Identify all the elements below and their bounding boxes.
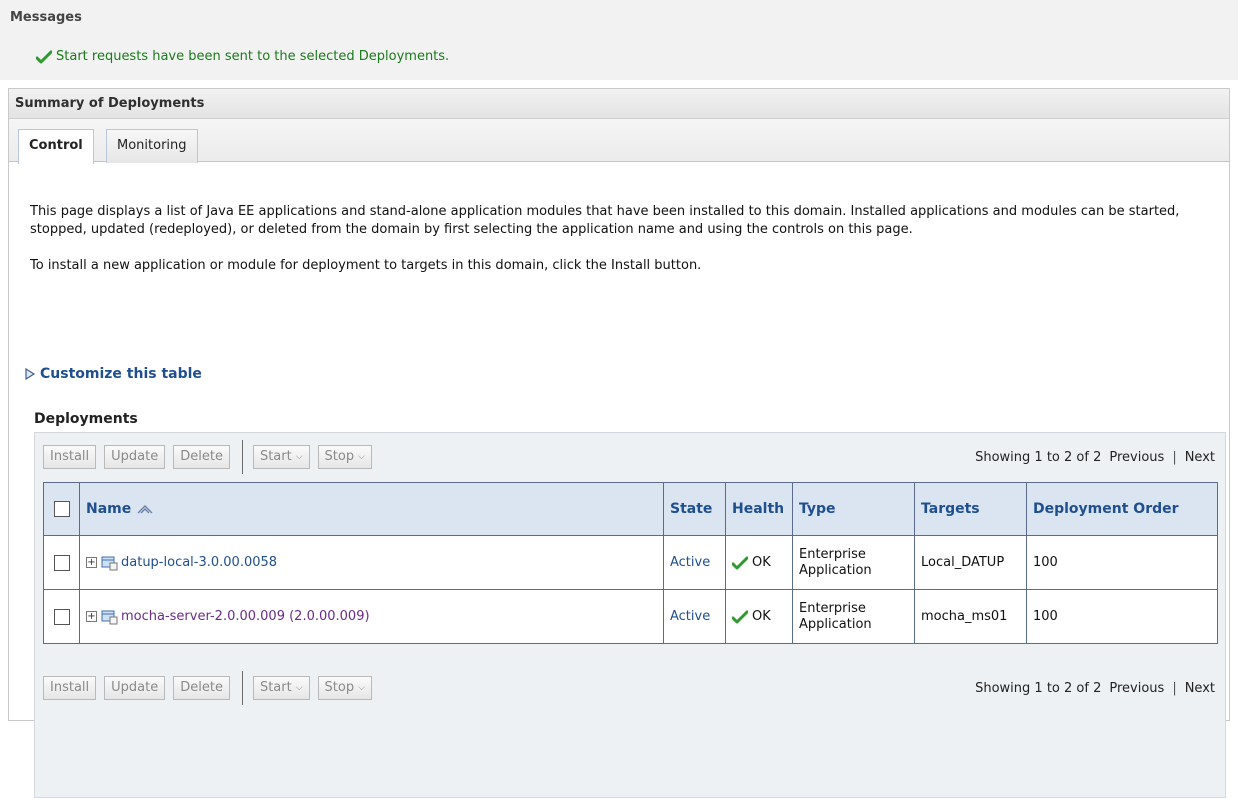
type-cell: Enterprise Application [792,589,915,644]
pager-divider: | [1172,680,1177,696]
toolbar-separator [241,671,243,705]
customize-table-link[interactable]: Customize this table [24,366,202,382]
install-button[interactable]: Install [43,445,97,469]
stop-dropdown-button[interactable]: Stop ⌵ [317,676,372,700]
enterprise-application-icon [101,556,118,570]
chevron-down-icon: ⌵ [295,683,303,693]
type-line: Application [799,616,872,632]
success-message-text: Start requests have been sent to the sel… [56,49,450,64]
expand-plus-icon[interactable]: + [86,611,97,622]
page-description: This page displays a list of Java EE app… [30,203,1210,293]
update-button[interactable]: Update [104,676,166,700]
column-header-name[interactable]: Name [79,482,664,536]
deployments-title: Deployments [34,411,138,427]
health-cell: OK [725,589,793,644]
tab-monitoring[interactable]: Monitoring [106,129,198,163]
checkmark-icon [36,50,52,63]
customize-table-label: Customize this table [40,366,202,382]
row-checkbox[interactable] [53,608,70,625]
chevron-down-icon: ⌵ [358,452,365,462]
description-paragraph: This page displays a list of Java EE app… [30,204,1180,237]
deployment-order-cell: 100 [1026,535,1218,590]
delete-button[interactable]: Delete [173,676,230,700]
state-cell: Active [663,589,726,644]
deployment-name-link[interactable]: datup-local-3.0.00.0058 [121,555,277,570]
type-line: Application [799,562,872,578]
select-all-header [43,482,80,536]
success-message: Start requests have been sent to the sel… [36,49,449,64]
checkmark-icon [732,610,748,623]
sort-ascending-icon [137,505,153,514]
column-header-state[interactable]: State [663,482,726,536]
pager-divider: | [1172,449,1177,465]
previous-link[interactable]: Previous [1109,450,1164,465]
update-button[interactable]: Update [104,445,166,469]
health-cell: OK [725,535,793,590]
stop-label: Stop [324,680,355,695]
table-toolbar-bottom: Install Update Delete Start ⌵ Stop ⌵ [43,671,380,705]
summary-title: Summary of Deployments [9,89,1229,119]
row-select-cell [43,589,80,644]
table-toolbar-top: Install Update Delete Start ⌵ Stop ⌵ [43,440,380,474]
targets-cell: Local_DATUP [914,535,1027,590]
checkmark-icon [732,556,748,569]
table-row: + datup-local-3.0.00.0058 Active OK Ente… [43,535,1218,590]
start-dropdown-button[interactable]: Start ⌵ [252,676,310,700]
start-label: Start [259,449,292,464]
column-header-type[interactable]: Type [792,482,915,536]
expand-arrow-icon [25,368,36,380]
row-select-cell [43,535,80,590]
type-line: Enterprise [799,600,866,616]
messages-title: Messages [10,10,82,25]
next-link[interactable]: Next [1185,450,1215,465]
start-dropdown-button[interactable]: Start ⌵ [252,445,310,469]
type-cell: Enterprise Application [792,535,915,590]
targets-cell: mocha_ms01 [914,589,1027,644]
stop-label: Stop [324,449,355,464]
pager-showing: Showing 1 to 2 of 2 [975,680,1102,696]
name-cell: + datup-local-3.0.00.0058 [79,535,664,590]
expand-plus-icon[interactable]: + [86,557,97,568]
state-cell: Active [663,535,726,590]
health-status: OK [752,555,771,570]
type-line: Enterprise [799,546,866,562]
summary-panel: Summary of Deployments Control Monitorin… [8,88,1230,798]
column-header-targets[interactable]: Targets [914,482,1027,536]
install-button[interactable]: Install [43,676,97,700]
messages-panel: Messages Start requests have been sent t… [0,0,1238,80]
delete-button[interactable]: Delete [173,445,230,469]
enterprise-application-icon [101,610,118,624]
row-checkbox[interactable] [53,554,70,571]
next-link[interactable]: Next [1185,681,1215,696]
deployment-order-cell: 100 [1026,589,1218,644]
deployment-name-link[interactable]: mocha-server-2.0.00.009 (2.0.00.009) [121,609,370,624]
chevron-down-icon: ⌵ [295,452,303,462]
tabs-bar: Control Monitoring [9,119,1229,164]
column-name-label: Name [86,501,132,517]
tab-control[interactable]: Control [18,129,94,164]
table-header-row: Name State Health Type Targets Deploymen… [43,482,1218,536]
name-cell: + mocha-server-2.0.00.009 (2.0.00.009) [79,589,664,644]
table-row: + mocha-server-2.0.00.009 (2.0.00.009) A… [43,589,1218,644]
install-instruction: To install a new application or module f… [30,258,702,273]
select-all-checkbox[interactable] [53,501,70,517]
chevron-down-icon: ⌵ [358,683,365,693]
deployments-table: Name State Health Type Targets Deploymen… [43,482,1218,644]
pager-top: Showing 1 to 2 of 2 Previous | Next [975,440,1215,474]
deployments-table-container: Install Update Delete Start ⌵ Stop ⌵ Sho… [34,432,1226,798]
start-label: Start [259,680,292,695]
pager-bottom: Showing 1 to 2 of 2 Previous | Next [975,671,1215,705]
column-header-deployment-order[interactable]: Deployment Order [1026,482,1218,536]
column-header-health[interactable]: Health [725,482,793,536]
pager-showing: Showing 1 to 2 of 2 [975,449,1102,465]
stop-dropdown-button[interactable]: Stop ⌵ [317,445,372,469]
health-status: OK [752,609,771,624]
toolbar-separator [241,440,243,474]
previous-link[interactable]: Previous [1109,681,1164,696]
